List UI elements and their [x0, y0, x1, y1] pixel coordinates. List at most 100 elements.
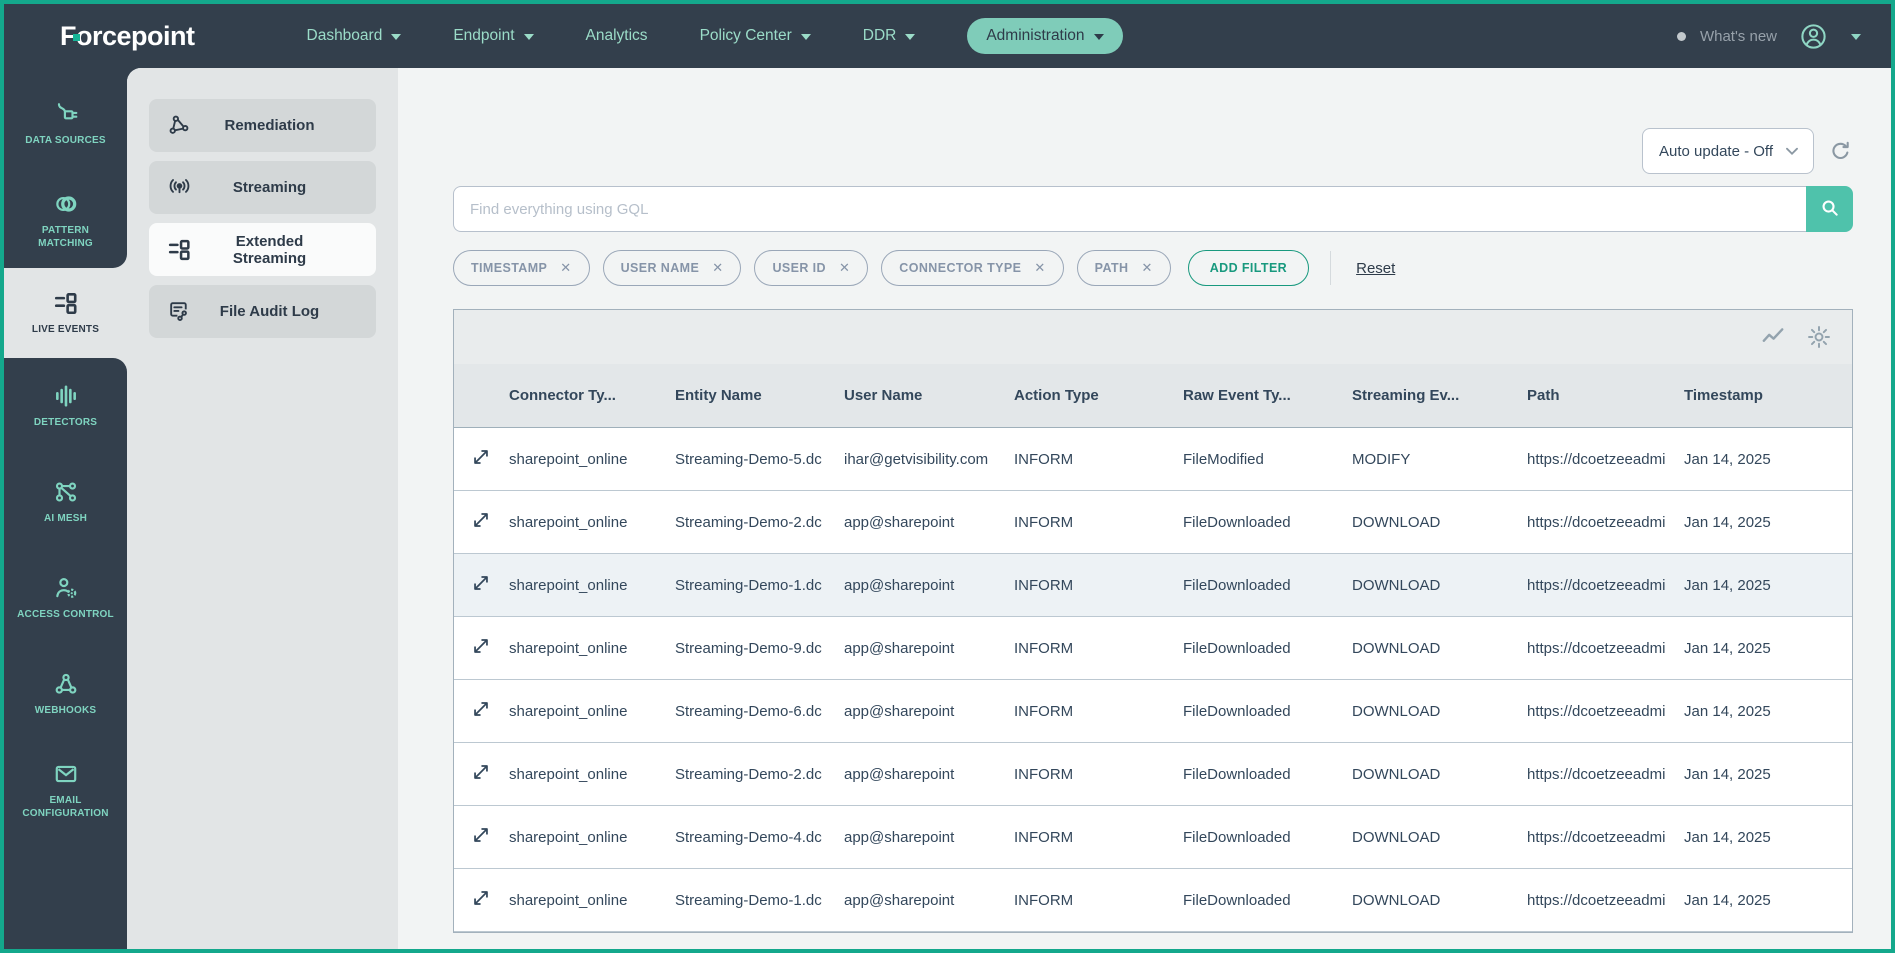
- table-row: sharepoint_onlineStreaming-Demo-2.dcapp@…: [454, 743, 1852, 806]
- sidebar-item-access-control[interactable]: ACCESS CONTROL: [4, 550, 127, 646]
- sidebar-item-ai-mesh[interactable]: AI MESH: [4, 454, 127, 550]
- column-header-user-name[interactable]: User Name: [844, 387, 1014, 404]
- expand-icon: [470, 698, 492, 724]
- nav-item-label: Administration: [986, 27, 1084, 45]
- cell-connector-type: sharepoint_online: [509, 577, 675, 594]
- cell-path: https://dcoetzeeadmi: [1527, 577, 1684, 594]
- filter-chip-connector-type[interactable]: CONNECTOR TYPE✕: [881, 250, 1063, 286]
- expand-row-button[interactable]: [454, 446, 509, 472]
- subnav-item-extended-streaming[interactable]: Extended Streaming: [149, 223, 376, 276]
- cell-raw-event-type: FileDownloaded: [1183, 766, 1352, 783]
- refresh-button[interactable]: [1828, 139, 1853, 164]
- forcepoint-logo[interactable]: Forcepoint: [60, 21, 195, 52]
- search-button[interactable]: [1806, 186, 1853, 232]
- nav-item-policy-center[interactable]: Policy Center: [700, 27, 811, 45]
- user-avatar-icon[interactable]: [1799, 22, 1828, 51]
- line-chart-icon[interactable]: [1760, 324, 1786, 350]
- audit-log-icon: [167, 299, 197, 324]
- column-header-entity-name[interactable]: Entity Name: [675, 387, 844, 404]
- subnav-item-streaming[interactable]: Streaming: [149, 161, 376, 214]
- column-header-raw-event-ty[interactable]: Raw Event Ty...: [1183, 387, 1352, 404]
- sidebar-item-pattern-matching[interactable]: PATTERN MATCHING: [4, 172, 127, 268]
- cell-connector-type: sharepoint_online: [509, 703, 675, 720]
- sidebar-item-label: DATA SOURCES: [25, 134, 106, 147]
- column-header-connector-ty[interactable]: Connector Ty...: [509, 387, 675, 404]
- expand-row-button[interactable]: [454, 698, 509, 724]
- reset-link[interactable]: Reset: [1356, 260, 1395, 277]
- cell-user-name: app@sharepoint: [844, 577, 1014, 594]
- cell-path: https://dcoetzeeadmi: [1527, 766, 1684, 783]
- cell-entity-name: Streaming-Demo-4.dc: [675, 829, 844, 846]
- subnav-item-file-audit-log[interactable]: File Audit Log: [149, 285, 376, 338]
- column-header-timestamp[interactable]: Timestamp: [1684, 387, 1852, 404]
- subnav-item-remediation[interactable]: Remediation: [149, 99, 376, 152]
- gql-search-input[interactable]: [453, 186, 1806, 232]
- sidebar-item-label: EMAIL CONFIGURATION: [17, 794, 114, 820]
- divider: [1330, 251, 1331, 285]
- cell-action-type: INFORM: [1014, 829, 1183, 846]
- cell-timestamp: Jan 14, 2025: [1684, 829, 1852, 846]
- column-header-streaming-ev[interactable]: Streaming Ev...: [1352, 387, 1527, 404]
- nav-item-dashboard[interactable]: Dashboard: [307, 27, 402, 45]
- chevron-down-icon[interactable]: [1851, 34, 1861, 40]
- secondary-sidebar: Remediation Streaming Extended Streaming Fi…: [127, 68, 398, 949]
- sidebar-item-detectors[interactable]: DETECTORS: [4, 358, 127, 454]
- cell-streaming-event: DOWNLOAD: [1352, 829, 1527, 846]
- filter-chip-path[interactable]: PATH✕: [1077, 250, 1171, 286]
- sidebar-item-live-events[interactable]: LIVE EVENTS: [4, 268, 127, 358]
- expand-row-button[interactable]: [454, 887, 509, 913]
- nav-item-endpoint[interactable]: Endpoint: [453, 27, 533, 45]
- cell-streaming-event: MODIFY: [1352, 451, 1527, 468]
- expand-icon: [470, 761, 492, 787]
- cell-streaming-event: DOWNLOAD: [1352, 514, 1527, 531]
- sidebar-item-label: PATTERN MATCHING: [17, 224, 114, 250]
- waveform-icon: [53, 383, 79, 409]
- sidebar-item-webhooks[interactable]: WEBHOOKS: [4, 646, 127, 742]
- cell-raw-event-type: FileDownloaded: [1183, 829, 1352, 846]
- expand-row-button[interactable]: [454, 635, 509, 661]
- remove-filter-icon[interactable]: ✕: [1034, 260, 1045, 276]
- cell-entity-name: Streaming-Demo-9.dc: [675, 640, 844, 657]
- nav-item-administration[interactable]: Administration: [967, 18, 1122, 54]
- nav-item-ddr[interactable]: DDR: [863, 27, 916, 45]
- filter-chip-user-id[interactable]: USER ID✕: [754, 250, 868, 286]
- cell-connector-type: sharepoint_online: [509, 640, 675, 657]
- remove-filter-icon[interactable]: ✕: [712, 260, 723, 276]
- filter-chip-timestamp[interactable]: TIMESTAMP✕: [453, 250, 590, 286]
- remove-filter-icon[interactable]: ✕: [1141, 260, 1152, 276]
- cell-raw-event-type: FileDownloaded: [1183, 640, 1352, 657]
- expand-row-button[interactable]: [454, 761, 509, 787]
- expand-row-button[interactable]: [454, 572, 509, 598]
- add-filter-button[interactable]: ADD FILTER: [1188, 250, 1309, 286]
- cell-connector-type: sharepoint_online: [509, 451, 675, 468]
- filter-chip-user-name[interactable]: USER NAME ✕: [603, 250, 742, 286]
- auto-update-value: Auto update - Off: [1659, 143, 1773, 160]
- cell-streaming-event: DOWNLOAD: [1352, 892, 1527, 909]
- sidebar-segment-bottom: DETECTORS AI MESH ACCESS CONTROLWEBHOOKS EM…: [4, 358, 127, 949]
- column-header-path[interactable]: Path: [1527, 387, 1684, 404]
- expand-row-button[interactable]: [454, 509, 509, 535]
- sidebar-item-email-configuration[interactable]: EMAIL CONFIGURATION: [4, 742, 127, 838]
- cell-streaming-event: DOWNLOAD: [1352, 766, 1527, 783]
- cell-path: https://dcoetzeeadmi: [1527, 640, 1684, 657]
- expand-row-button[interactable]: [454, 824, 509, 850]
- sidebar-item-data-sources[interactable]: DATA SOURCES: [4, 76, 127, 172]
- nav-item-analytics[interactable]: Analytics: [586, 27, 648, 45]
- cell-path: https://dcoetzeeadmi: [1527, 829, 1684, 846]
- search-row: [453, 186, 1853, 232]
- filter-chip-label: USER NAME: [621, 261, 700, 275]
- remove-filter-icon[interactable]: ✕: [839, 260, 850, 276]
- whats-new-link[interactable]: What's new: [1700, 28, 1777, 45]
- user-gear-icon: [53, 575, 79, 601]
- list-boxes-icon: [53, 290, 79, 316]
- auto-update-select[interactable]: Auto update - Off: [1642, 128, 1814, 174]
- sidebar-item-label: AI MESH: [44, 512, 87, 525]
- column-header-action-type[interactable]: Action Type: [1014, 387, 1183, 404]
- remove-filter-icon[interactable]: ✕: [560, 260, 571, 276]
- cell-action-type: INFORM: [1014, 514, 1183, 531]
- gear-icon[interactable]: [1806, 324, 1832, 350]
- nav-right: What's new: [1677, 22, 1891, 51]
- logo-green-square-icon: [73, 34, 80, 41]
- top-navigation: Forcepoint Dashboard Endpoint Analytics Pol…: [4, 4, 1891, 68]
- expand-icon: [470, 509, 492, 535]
